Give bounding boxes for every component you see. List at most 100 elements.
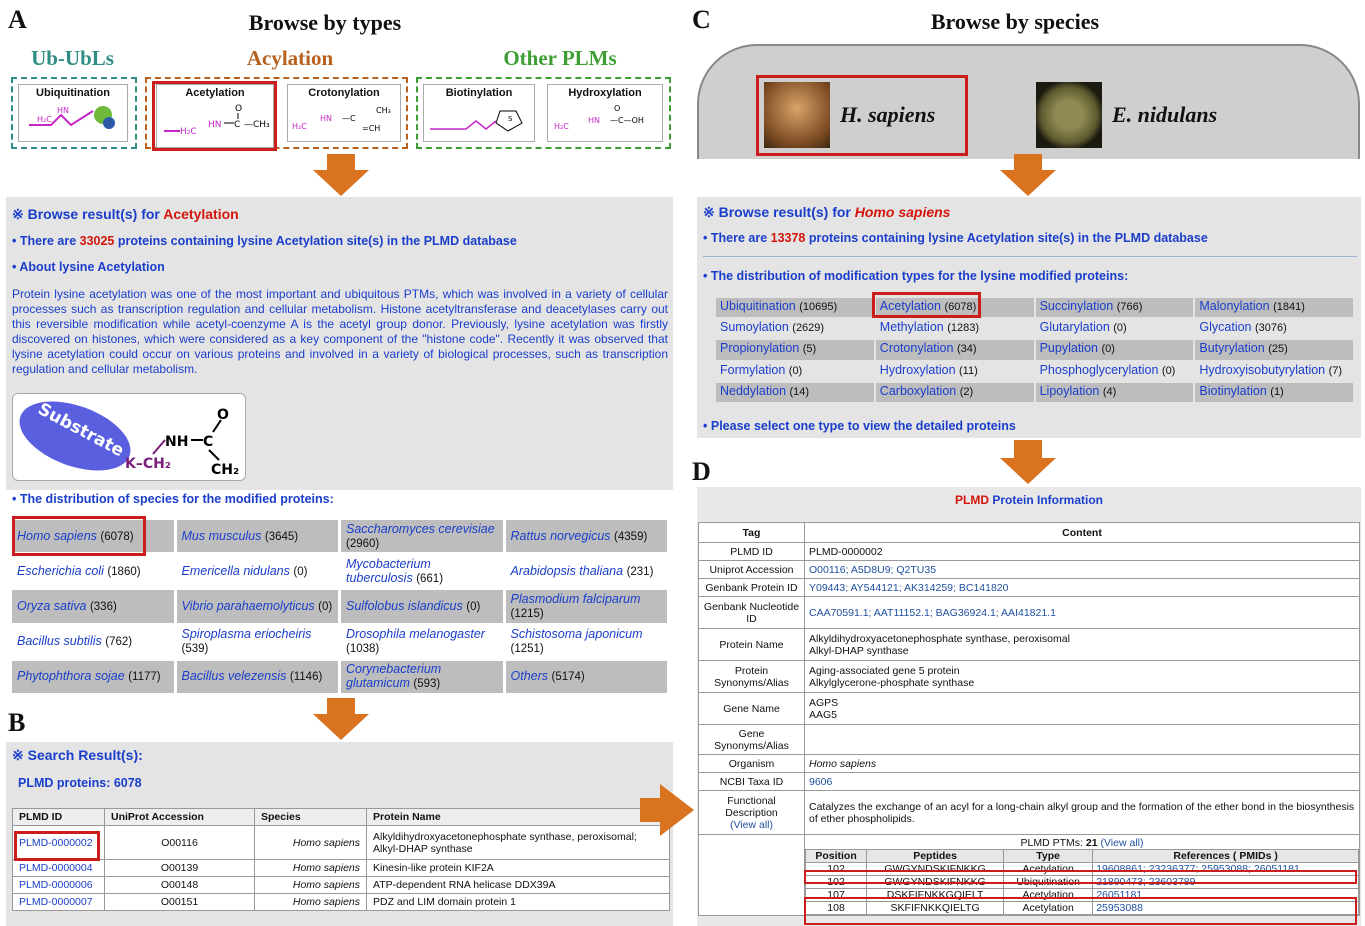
species-cell[interactable]: Arabidopsis thaliana (231) xyxy=(506,555,668,587)
species-name[interactable]: Emericella nidulans xyxy=(182,564,290,578)
species-cell: Homo sapiens xyxy=(254,876,367,894)
mod-type-name[interactable]: Ubiquitination xyxy=(720,299,796,313)
ptm-view-all-link[interactable]: (View all) xyxy=(1100,837,1143,849)
species-cell[interactable]: Bacillus velezensis (1146) xyxy=(176,660,338,693)
species-card-e-nidulans[interactable]: E. nidulans xyxy=(1036,82,1217,148)
mod-type-name[interactable]: Hydroxylation xyxy=(880,363,956,377)
mod-type-name[interactable]: Hydroxyisobutyrylation xyxy=(1199,363,1325,377)
species-cell[interactable]: Phytophthora sojae (1177) xyxy=(12,660,174,693)
species-cell[interactable]: Spiroplasma eriocheiris (539) xyxy=(177,626,339,658)
mod-type-name[interactable]: Carboxylation xyxy=(880,384,956,398)
species-cell[interactable]: Saccharomyces cerevisiae (2960) xyxy=(341,520,503,553)
species-name[interactable]: Escherichia coli xyxy=(17,564,104,578)
mod-type-name[interactable]: Biotinylation xyxy=(1199,384,1266,398)
species-cell[interactable]: Others (5174) xyxy=(505,660,667,693)
species-name[interactable]: Plasmodium falciparum xyxy=(511,592,641,606)
genbank-protein-links[interactable]: Y09443; AY544121; AK314259; BC141820 xyxy=(804,578,1360,597)
info-row: Genbank Protein ID Y09443; AY544121; AK3… xyxy=(698,578,1360,597)
species-cell[interactable]: Oryza sativa (336) xyxy=(12,590,174,623)
species-cell-inner: Sulfolobus islandicus (0) xyxy=(346,592,498,620)
mod-type-cell[interactable]: Lipoylation (4) xyxy=(1035,382,1194,402)
mod-type-cell[interactable]: Carboxylation (2) xyxy=(875,382,1034,402)
info-tag: PLMD ID xyxy=(698,542,805,561)
mod-type-cell[interactable]: Ubiquitination (10695) xyxy=(716,298,874,318)
col-references: References ( PMIDs ) xyxy=(1092,849,1359,863)
ptm-type-biotinylation[interactable]: Biotinylation S xyxy=(423,84,535,142)
species-name[interactable]: Vibrio parahaemolyticus xyxy=(182,599,315,613)
mod-type-cell[interactable]: Hydroxylation (11) xyxy=(876,362,1034,381)
species-entry: Escherichia coli (1860) xyxy=(17,564,141,579)
mod-type-cell[interactable]: Sumoylation (2629) xyxy=(716,319,874,338)
mod-type-name[interactable]: Propionylation xyxy=(720,341,799,355)
mod-type-cell[interactable]: Butyrylation (25) xyxy=(1195,340,1354,360)
mod-type-name[interactable]: Sumoylation xyxy=(720,320,789,334)
mod-type-cell[interactable]: Propionylation (5) xyxy=(716,340,874,360)
mod-type-cell[interactable]: Glycation (3076) xyxy=(1195,319,1353,338)
mod-type-name[interactable]: Phosphoglycerylation xyxy=(1040,363,1159,377)
mod-type-cell[interactable]: Phosphoglycerylation (0) xyxy=(1036,362,1194,381)
plmd-id-link[interactable]: PLMD-0000007 xyxy=(12,893,105,911)
plmd-id-link[interactable]: PLMD-0000006 xyxy=(12,876,105,894)
info-tag: Uniprot Accession xyxy=(698,560,805,579)
mod-type-count: (14) xyxy=(789,385,810,398)
species-name[interactable]: Saccharomyces cerevisiae xyxy=(346,522,495,536)
uniprot-links[interactable]: O00116; A5D8U9; Q2TU35 xyxy=(804,560,1360,579)
species-name[interactable]: Others xyxy=(511,669,549,683)
mod-type-cell[interactable]: Malonylation (1841) xyxy=(1195,298,1354,318)
species-cell[interactable]: Mus musculus (3645) xyxy=(176,520,338,553)
mod-type-cell[interactable]: Biotinylation (1) xyxy=(1195,382,1354,402)
mod-type-name[interactable]: Crotonylation xyxy=(880,341,954,355)
species-cell[interactable]: Sulfolobus islandicus (0) xyxy=(341,590,503,623)
mod-type-name[interactable]: Methylation xyxy=(880,320,944,334)
species-cell[interactable]: Escherichia coli (1860) xyxy=(12,555,174,587)
species-cell[interactable]: Mycobacterium tuberculosis (661) xyxy=(341,555,503,587)
species-name[interactable]: Schistosoma japonicum xyxy=(511,627,643,641)
mod-type-name[interactable]: Lipoylation xyxy=(1040,384,1100,398)
species-cell[interactable]: Emericella nidulans (0) xyxy=(177,555,339,587)
mod-type-name[interactable]: Butyrylation xyxy=(1199,341,1264,355)
mod-type-cell[interactable]: Succinylation (766) xyxy=(1035,298,1194,318)
view-all-link[interactable]: (View all) xyxy=(730,819,773,831)
mod-type-cell[interactable]: Formylation (0) xyxy=(716,362,874,381)
mod-type-name[interactable]: Malonylation xyxy=(1199,299,1269,313)
ptm-type-hydroxylation[interactable]: Hydroxylation H₂C HN —C—OH O xyxy=(547,84,663,142)
species-cell[interactable]: Plasmodium falciparum (1215) xyxy=(505,590,667,623)
species-count: (1215) xyxy=(510,607,544,620)
mod-type-cell[interactable]: Hydroxyisobutyrylation (7) xyxy=(1195,362,1353,381)
species-cell[interactable]: Rattus norvegicus (4359) xyxy=(505,520,667,553)
mod-type-name[interactable]: Glycation xyxy=(1199,320,1251,334)
species-name[interactable]: Bacillus subtilis xyxy=(17,634,102,648)
species-name[interactable]: Spiroplasma eriocheiris xyxy=(182,627,312,641)
species-cell[interactable]: Schistosoma japonicum (1251) xyxy=(506,626,668,658)
mod-type-name[interactable]: Pupylation xyxy=(1040,341,1098,355)
protein-info-title: PLMD Protein Information xyxy=(697,493,1361,507)
species-cell[interactable]: Bacillus subtilis (762) xyxy=(12,626,174,658)
species-name[interactable]: Oryza sativa xyxy=(17,599,86,613)
species-name[interactable]: Drosophila melanogaster xyxy=(346,627,485,641)
mod-type-cell[interactable]: Glutarylation (0) xyxy=(1036,319,1194,338)
mod-type-name[interactable]: Glutarylation xyxy=(1040,320,1110,334)
species-name[interactable]: Arabidopsis thaliana xyxy=(511,564,624,578)
species-name[interactable]: Bacillus velezensis xyxy=(182,669,287,683)
plmd-id-link[interactable]: PLMD-0000004 xyxy=(12,859,105,877)
acetylation-count-line: • There are 33025 proteins containing ly… xyxy=(12,234,517,248)
species-cell[interactable]: Corynebacterium glutamicum (593) xyxy=(341,660,503,693)
empty-cell xyxy=(698,834,805,916)
species-cell[interactable]: Vibrio parahaemolyticus (0) xyxy=(176,590,338,623)
mod-type-name[interactable]: Succinylation xyxy=(1040,299,1114,313)
genbank-nucleotide-links[interactable]: CAA70591.1; AAT11152.1; BAG36924.1; AAI4… xyxy=(804,596,1360,629)
mod-type-cell[interactable]: Neddylation (14) xyxy=(716,382,874,402)
ptm-type-ubiquitination[interactable]: Ubiquitination H₂C HN xyxy=(18,84,128,142)
mod-type-cell[interactable]: Methylation (1283) xyxy=(876,319,1034,338)
mod-type-cell[interactable]: Crotonylation (34) xyxy=(875,340,1034,360)
species-name[interactable]: Phytophthora sojae xyxy=(17,669,125,683)
species-cell[interactable]: Drosophila melanogaster (1038) xyxy=(341,626,503,658)
species-name[interactable]: Sulfolobus islandicus xyxy=(346,599,463,613)
mod-type-name[interactable]: Formylation xyxy=(720,363,785,377)
mod-type-name[interactable]: Neddylation xyxy=(720,384,786,398)
ptm-type-crotonylation[interactable]: Crotonylation H₂C HN —C =CH CH₃ xyxy=(287,84,401,142)
species-name[interactable]: Mus musculus xyxy=(182,529,262,543)
mod-type-cell[interactable]: Pupylation (0) xyxy=(1035,340,1194,360)
taxa-id-link[interactable]: 9606 xyxy=(804,772,1360,791)
species-name[interactable]: Rattus norvegicus xyxy=(511,529,611,543)
